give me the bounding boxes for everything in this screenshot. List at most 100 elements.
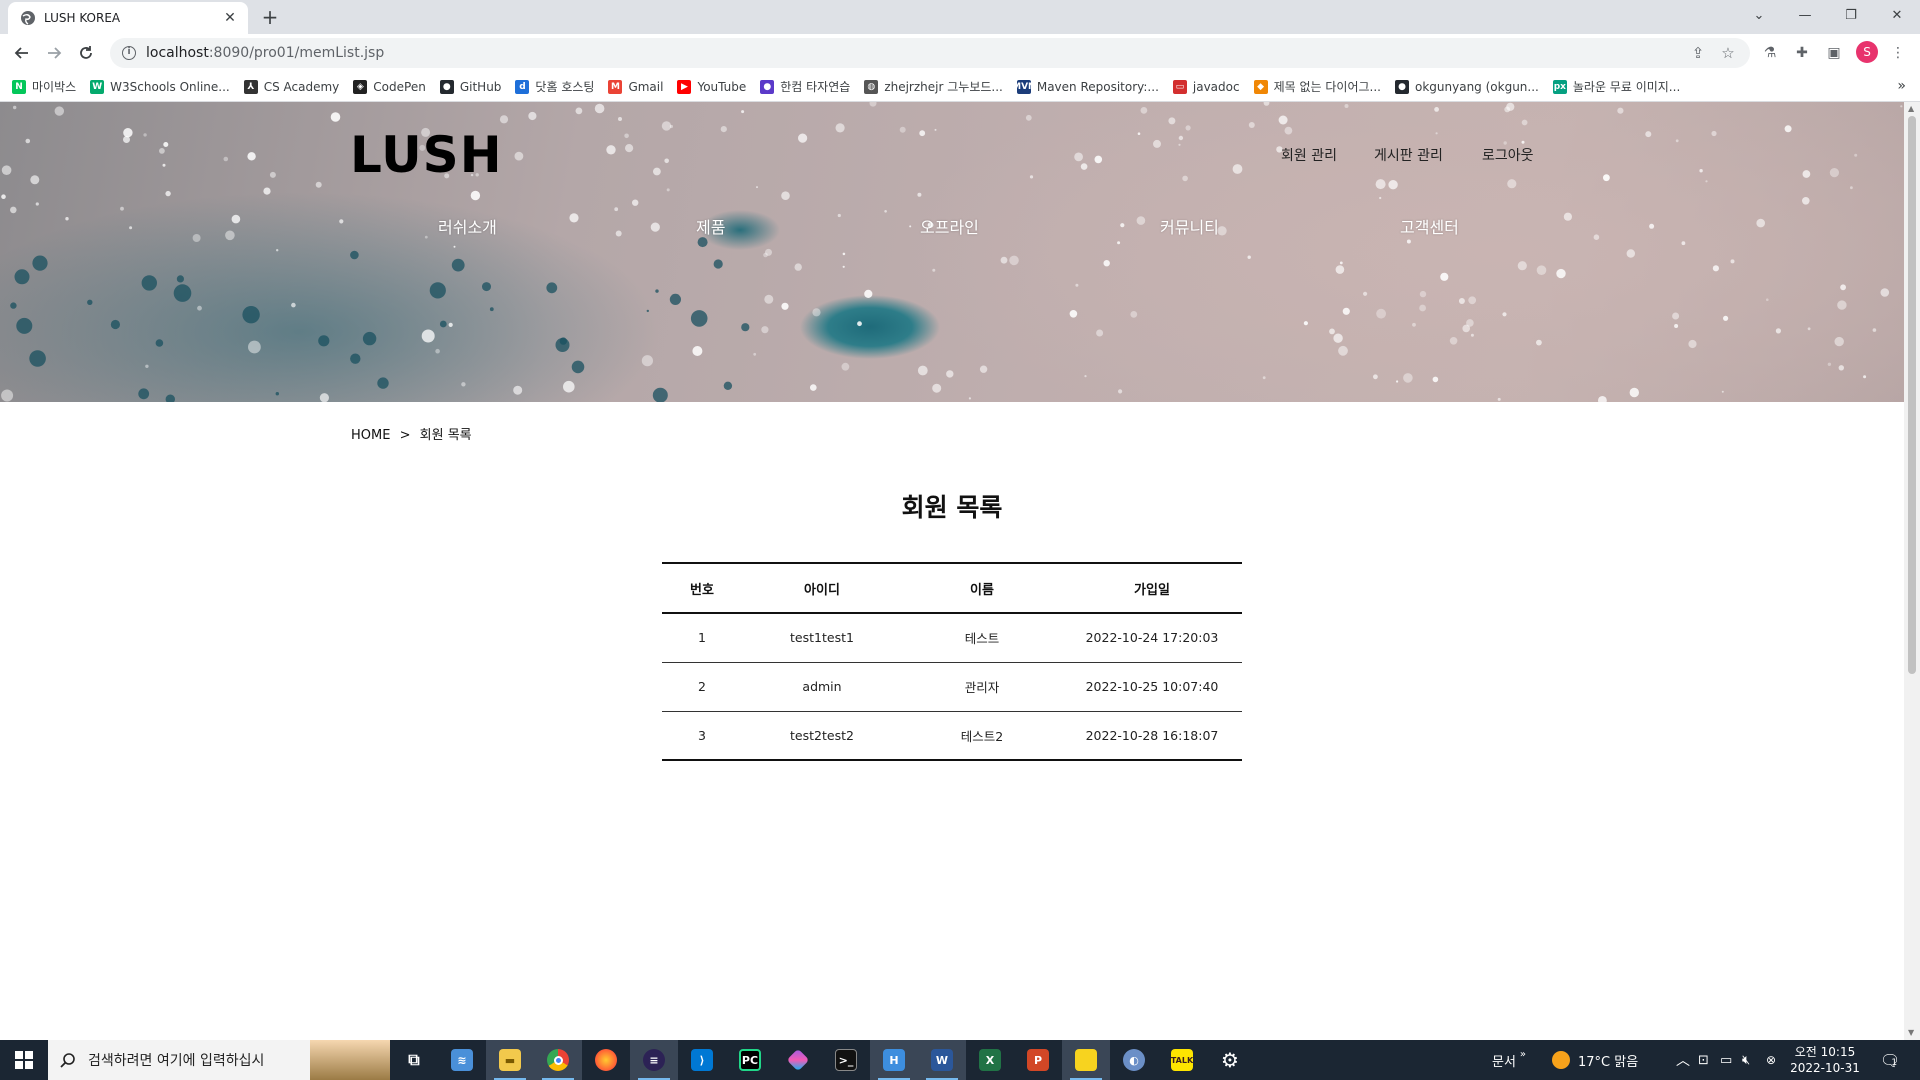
- minimize-button[interactable]: —: [1782, 0, 1828, 30]
- cell-id[interactable]: test2test2: [742, 711, 902, 761]
- scroll-thumb[interactable]: [1908, 116, 1916, 674]
- taskbar-search[interactable]: 검색하려면 여기에 입력하십시: [48, 1040, 390, 1080]
- bookmark-item[interactable]: ⅄ CS Academy: [243, 79, 339, 94]
- git-icon[interactable]: [774, 1040, 822, 1080]
- close-window-button[interactable]: ✕: [1874, 0, 1920, 30]
- bookmark-item[interactable]: MVN Maven Repository:...: [1012, 79, 1159, 94]
- notification-icon[interactable]: 🗨︎ 1: [1880, 1040, 1900, 1080]
- bubble: [1674, 324, 1679, 328]
- ime-icon[interactable]: ⊗: [1766, 1040, 1776, 1080]
- bubble: [176, 275, 184, 283]
- profile-avatar[interactable]: S: [1856, 41, 1878, 63]
- bookmark-item[interactable]: ● GitHub: [439, 79, 501, 94]
- bookmarks-overflow-icon[interactable]: »: [1897, 78, 1906, 94]
- member-admin-link[interactable]: 회원 관리: [1281, 145, 1337, 165]
- bubble: [1, 165, 12, 175]
- eclipse-icon[interactable]: ≡: [630, 1040, 678, 1080]
- bookmark-item[interactable]: W W3Schools Online...: [90, 79, 230, 94]
- terminal-icon[interactable]: >_: [822, 1040, 870, 1080]
- board-admin-link[interactable]: 게시판 관리: [1374, 145, 1443, 165]
- task-view-icon[interactable]: ⧉: [390, 1040, 438, 1080]
- kakaotalk-icon[interactable]: TALK: [1158, 1040, 1206, 1080]
- bubble: [756, 186, 758, 189]
- pycharm-icon[interactable]: PC: [726, 1040, 774, 1080]
- cell-id[interactable]: test1test1: [742, 613, 902, 663]
- app-icon-2[interactable]: ◐: [1110, 1040, 1158, 1080]
- bookmark-item[interactable]: ◍ zhejrzhejr 그누보드...: [864, 78, 1003, 95]
- nav-community[interactable]: 커뮤니티: [1160, 214, 1219, 238]
- bookmark-star-icon[interactable]: ☆: [1718, 43, 1738, 63]
- table-row[interactable]: 1 test1test1 테스트 2022-10-24 17:20:03: [662, 613, 1242, 663]
- network-icon[interactable]: ▭: [1720, 1040, 1732, 1080]
- tab-search-icon[interactable]: ⌄: [1736, 0, 1782, 30]
- settings-gear-icon[interactable]: ⚙: [1206, 1040, 1254, 1080]
- tray-overflow-icon[interactable]: ︿: [1676, 1040, 1690, 1080]
- puzzle-extensions-icon[interactable]: ✚: [1792, 43, 1812, 63]
- browser-tab[interactable]: LUSH KOREA ✕: [8, 2, 248, 34]
- extension-icon[interactable]: ⚗: [1760, 43, 1780, 63]
- nav-offline[interactable]: 오프라인: [920, 214, 979, 238]
- side-panel-icon[interactable]: ▣: [1824, 43, 1844, 63]
- back-button[interactable]: [10, 41, 34, 65]
- reload-button[interactable]: [74, 41, 98, 65]
- restore-button[interactable]: ❐: [1828, 0, 1874, 30]
- new-tab-button[interactable]: +: [258, 6, 282, 30]
- bubble: [1840, 284, 1846, 291]
- hwp-icon[interactable]: H: [870, 1040, 918, 1080]
- address-bar[interactable]: i localhost:8090/pro01/memList.jsp: [110, 38, 1750, 68]
- bookmark-item[interactable]: ◈ CodePen: [353, 79, 426, 94]
- chrome-icon[interactable]: [534, 1040, 582, 1080]
- table-row[interactable]: 3 test2test2 테스트2 2022-10-28 16:18:07: [662, 711, 1242, 761]
- bookmark-item[interactable]: ● 한컴 타자연습: [760, 78, 850, 95]
- bubble: [1645, 131, 1652, 138]
- volume-muted-icon[interactable]: 🔇︎: [1742, 1040, 1750, 1080]
- taskbar-clock[interactable]: 오전 10:15 2022-10-31: [1790, 1044, 1860, 1076]
- bookmark-item[interactable]: ◆ 제목 없는 다이어그...: [1253, 78, 1381, 95]
- powerpoint-icon[interactable]: P: [1014, 1040, 1062, 1080]
- nav-about[interactable]: 러쉬소개: [438, 214, 497, 238]
- sticky-notes-icon[interactable]: [1062, 1040, 1110, 1080]
- bubble: [884, 210, 887, 213]
- bubble: [514, 151, 524, 161]
- firefox-icon[interactable]: [582, 1040, 630, 1080]
- bookmark-item[interactable]: px 놀라운 무료 이미지...: [1552, 78, 1680, 95]
- bookmark-item[interactable]: d 닷홈 호스팅: [515, 78, 594, 95]
- word-icon[interactable]: W: [918, 1040, 966, 1080]
- nav-products[interactable]: 제품: [696, 214, 725, 238]
- meet-now-icon[interactable]: ⊡: [1698, 1040, 1709, 1080]
- bubble: [362, 331, 377, 346]
- app-icon-1[interactable]: ≋: [438, 1040, 486, 1080]
- vscode-icon[interactable]: ⟩: [678, 1040, 726, 1080]
- bookmark-item[interactable]: M Gmail: [608, 79, 663, 94]
- scroll-up-icon[interactable]: ▲: [1908, 104, 1914, 113]
- windows-start-button[interactable]: [0, 1040, 48, 1080]
- forward-button[interactable]: [42, 41, 66, 65]
- weather-widget[interactable]: 17°C 맑음: [1552, 1040, 1638, 1080]
- site-logo[interactable]: LUSH: [350, 126, 503, 184]
- bubble: [899, 126, 906, 133]
- bookmark-item[interactable]: ▭ javadoc: [1172, 79, 1240, 94]
- cell-id[interactable]: admin: [742, 662, 902, 712]
- cell-number: 3: [662, 711, 742, 761]
- excel-icon[interactable]: X: [966, 1040, 1014, 1080]
- table-row[interactable]: 2 admin 관리자 2022-10-25 10:07:40: [662, 662, 1242, 712]
- nav-customer-center[interactable]: 고객센터: [1400, 214, 1459, 238]
- site-info-icon[interactable]: i: [122, 46, 136, 60]
- page-scrollbar[interactable]: ▲ ▼: [1904, 102, 1920, 1040]
- scroll-down-icon[interactable]: ▼: [1908, 1028, 1914, 1037]
- search-highlight-image: [310, 1040, 390, 1080]
- docs-toolbar-label[interactable]: 문서»: [1492, 1040, 1526, 1080]
- share-icon[interactable]: ⇪: [1688, 43, 1708, 63]
- logout-link[interactable]: 로그아웃: [1482, 145, 1534, 165]
- bubbles-background: [1, 102, 1903, 402]
- bubble: [1435, 132, 1438, 135]
- bubble: [197, 305, 202, 311]
- menu-kebab-icon[interactable]: ⋮: [1888, 43, 1908, 63]
- bookmark-item[interactable]: ● okgunyang (okgun...: [1395, 79, 1539, 94]
- bubble: [917, 192, 922, 197]
- file-explorer-icon[interactable]: ▬: [486, 1040, 534, 1080]
- close-tab-icon[interactable]: ✕: [222, 10, 238, 26]
- bookmark-item[interactable]: ▶ YouTube: [677, 79, 746, 94]
- bookmark-item[interactable]: N 마이박스: [12, 78, 76, 95]
- breadcrumb-home[interactable]: HOME: [351, 428, 390, 443]
